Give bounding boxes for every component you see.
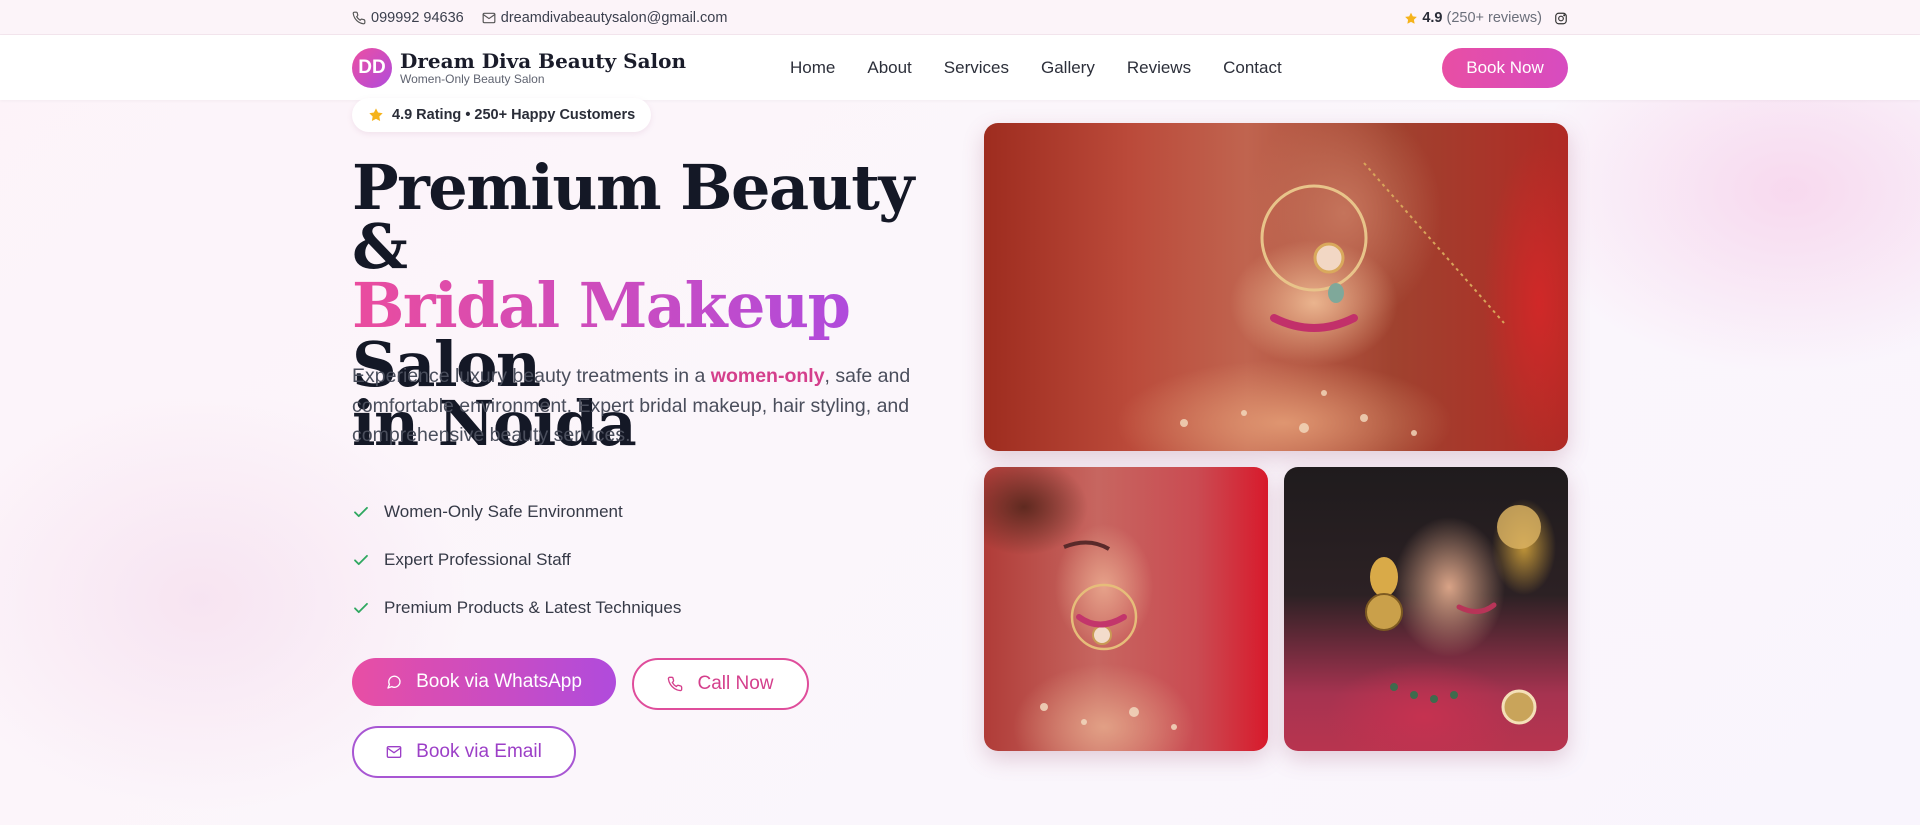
star-icon <box>1404 11 1418 25</box>
nav-contact[interactable]: Contact <box>1223 58 1282 78</box>
instagram-icon[interactable] <box>1554 11 1568 25</box>
email-address: dreamdivabeautysalon@gmail.com <box>500 9 728 26</box>
phone-link[interactable]: 099992 94636 <box>352 10 464 26</box>
phone-number: 099992 94636 <box>371 9 464 26</box>
list-item: Expert Professional Staff <box>352 536 681 584</box>
hero-description: Experience luxury beauty treatments in a… <box>352 362 932 451</box>
main-nav: Home About Services Gallery Reviews Cont… <box>790 35 1282 100</box>
rating-value: 4.9 <box>1422 9 1443 26</box>
bridal-photo-eyes-closed <box>984 467 1268 751</box>
nav-reviews[interactable]: Reviews <box>1127 58 1191 78</box>
list-item: Premium Products & Latest Techniques <box>352 584 681 632</box>
book-via-email-button[interactable]: Book via Email <box>352 726 576 778</box>
topbar-rating-area: 4.9 (250+ reviews) <box>1404 0 1568 35</box>
nose-ring-jewelry <box>1180 162 1505 436</box>
check-icon <box>352 599 370 617</box>
book-now-button[interactable]: Book Now <box>1442 48 1568 88</box>
call-now-button[interactable]: Call Now <box>632 658 809 710</box>
logo-text: Dream Diva Beauty Salon Women-Only Beaut… <box>400 50 686 87</box>
hero-desc-highlight: women-only <box>710 365 825 387</box>
phone-icon <box>667 676 683 692</box>
list-item: Women-Only Safe Environment <box>352 488 681 536</box>
rating-badge: 4.9 Rating • 250+ Happy Customers <box>352 98 652 132</box>
bride-earring-detail <box>1365 505 1541 725</box>
book-via-whatsapp-button[interactable]: Book via WhatsApp <box>352 658 616 706</box>
hero-desc-before: Experience luxury beauty treatments in a <box>352 365 711 387</box>
star-icon <box>368 107 384 123</box>
feature-list: Women-Only Safe Environment Expert Profe… <box>352 488 681 632</box>
bridal-photo-profile <box>1284 467 1568 751</box>
feature-label: Premium Products & Latest Techniques <box>384 598 682 617</box>
contact-info: 099992 94636 dreamdivabeautysalon@gmail.… <box>352 0 727 35</box>
email-button-label: Book via Email <box>416 741 542 762</box>
whatsapp-button-label: Book via WhatsApp <box>416 671 582 692</box>
brand-logo[interactable]: DD Dream Diva Beauty Salon Women-Only Be… <box>352 48 686 88</box>
email-link[interactable]: dreamdivabeautysalon@gmail.com <box>482 9 728 26</box>
nav-services[interactable]: Services <box>944 58 1009 78</box>
hero-title-line1: Premium Beauty & <box>352 151 914 283</box>
top-contact-bar: 099992 94636 dreamdivabeautysalon@gmail.… <box>0 0 1920 35</box>
phone-icon <box>352 11 366 25</box>
call-button-label: Call Now <box>697 673 774 694</box>
nav-gallery[interactable]: Gallery <box>1041 58 1095 78</box>
nav-home[interactable]: Home <box>790 58 835 78</box>
bride-jewelry-detail <box>1040 540 1177 730</box>
feature-label: Women-Only Safe Environment <box>384 502 623 521</box>
mail-icon <box>386 744 402 760</box>
mail-icon <box>482 11 496 25</box>
main-header: DD Dream Diva Beauty Salon Women-Only Be… <box>0 35 1920 100</box>
brand-name: Dream Diva Beauty Salon <box>400 48 687 73</box>
nav-about[interactable]: About <box>867 58 911 78</box>
rating-badge-text: 4.9 Rating • 250+ Happy Customers <box>392 107 636 123</box>
bridal-photo-main <box>984 123 1568 451</box>
chat-bubble-icon <box>386 674 402 690</box>
logo-mark: DD <box>352 48 392 88</box>
brand-tagline: Women-Only Beauty Salon <box>400 71 545 86</box>
check-icon <box>352 503 370 521</box>
feature-label: Expert Professional Staff <box>384 550 571 569</box>
check-icon <box>352 551 370 569</box>
rating-reviews: (250+ reviews) <box>1446 9 1543 26</box>
topbar-rating: 4.9 (250+ reviews) <box>1404 10 1542 26</box>
